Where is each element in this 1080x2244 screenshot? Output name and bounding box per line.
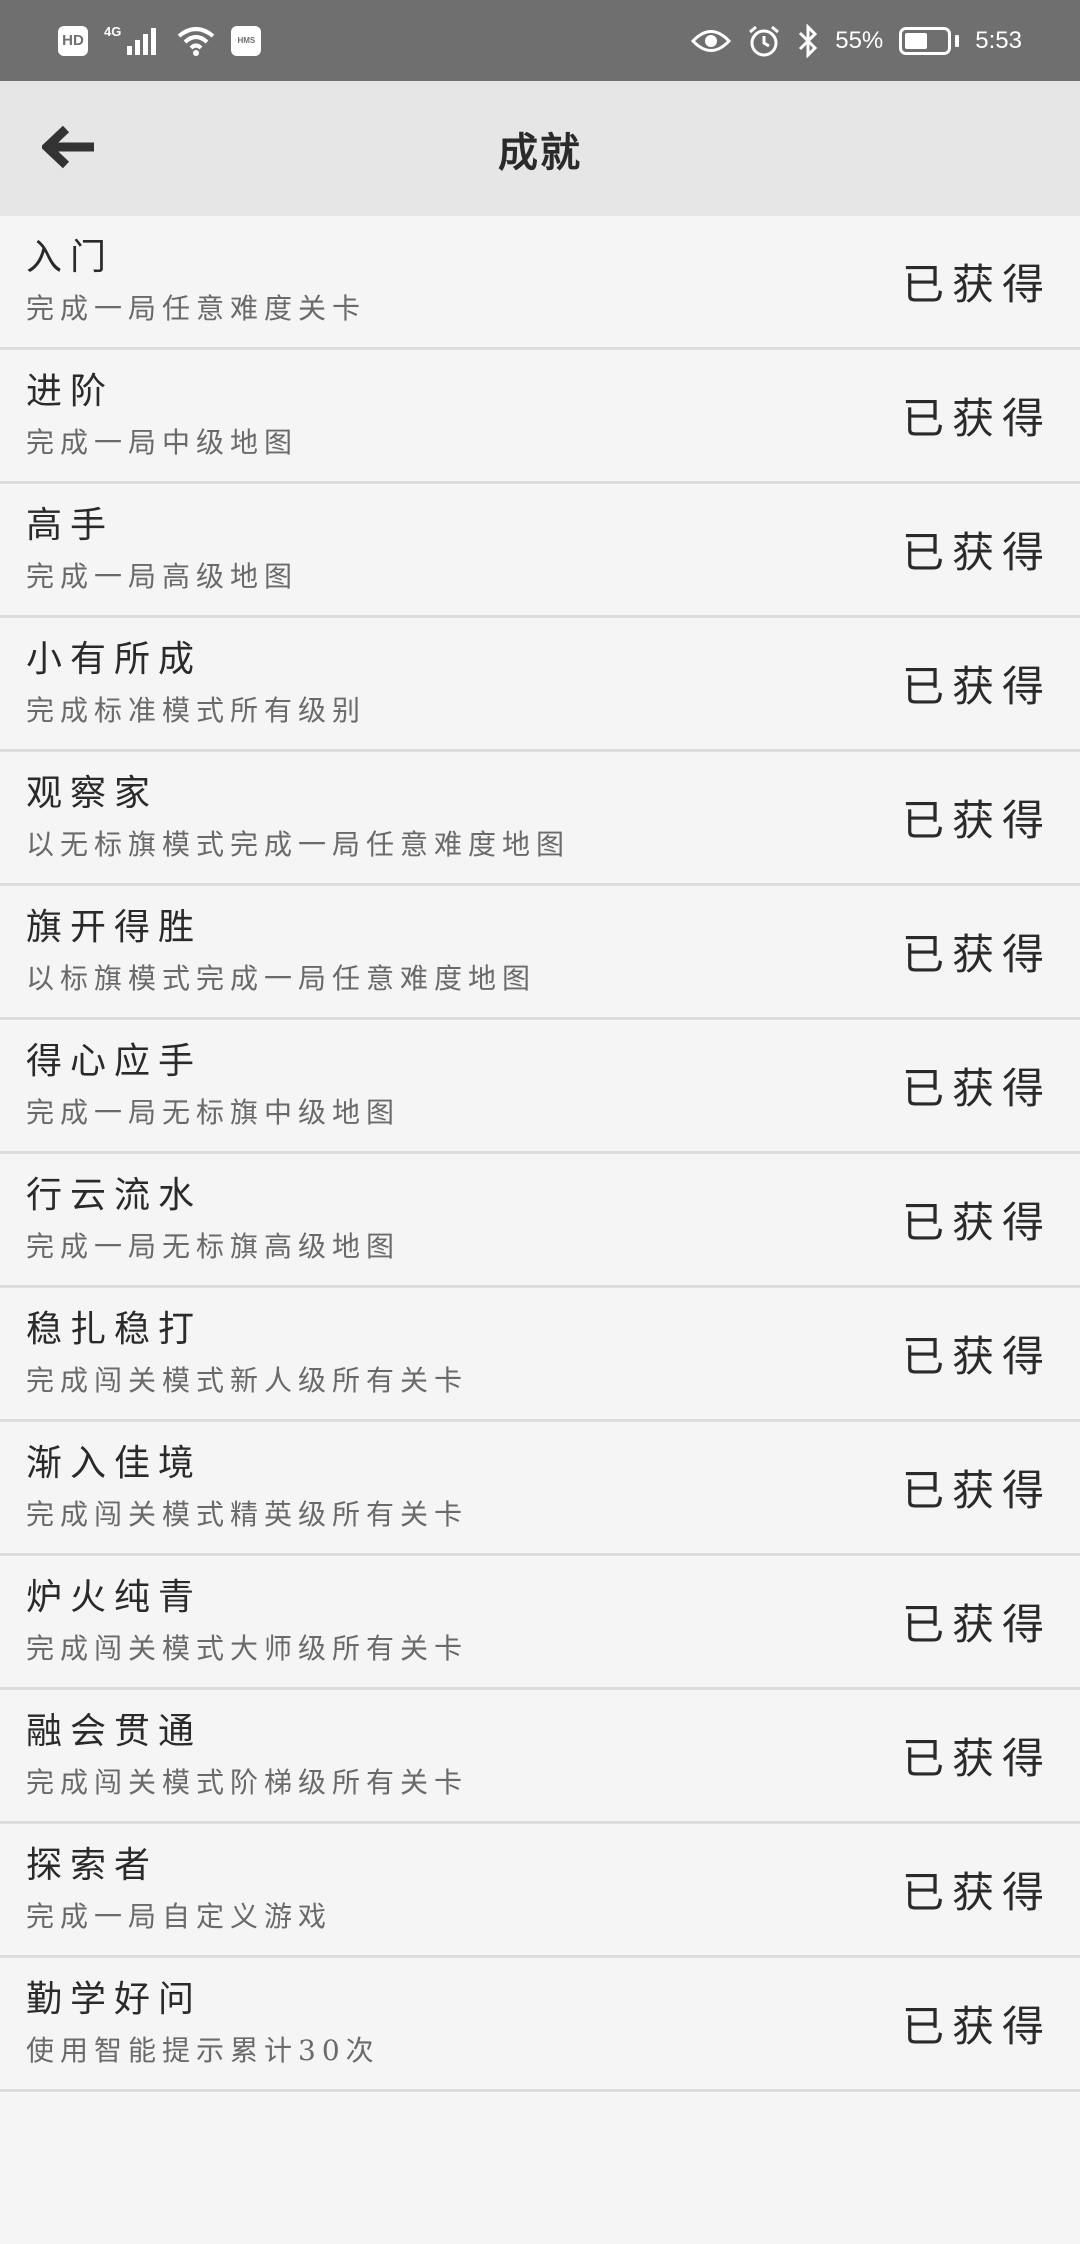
achievement-status: 已获得 — [901, 1868, 1052, 1917]
achievement-description: 完成闯关模式大师级所有关卡 — [26, 1631, 469, 1665]
achievement-text: 勤学好问使用智能提示累计30次 — [26, 1977, 380, 2071]
achievement-text: 炉火纯青完成闯关模式大师级所有关卡 — [26, 1575, 468, 1669]
signal-icon — [127, 27, 157, 55]
achievement-title: 渐入佳境 — [26, 1442, 203, 1484]
hd-badge: HD — [58, 25, 88, 56]
achievement-row[interactable]: 融会贯通完成闯关模式阶梯级所有关卡 已获得 — [0, 1690, 1080, 1824]
battery-fill — [905, 32, 928, 49]
status-bar: HD 4G HMS 55% 5:53 — [0, 0, 1080, 81]
achievement-text: 渐入佳境完成闯关模式精英级所有关卡 — [26, 1441, 468, 1535]
achievement-title: 稳扎稳打 — [26, 1308, 203, 1350]
achievement-row[interactable]: 小有所成完成标准模式所有级别 已获得 — [0, 618, 1080, 752]
achievement-description: 完成一局自定义游戏 — [26, 1899, 333, 1933]
achievement-row[interactable]: 旗开得胜以标旗模式完成一局任意难度地图 已获得 — [0, 886, 1080, 1020]
achievement-status: 已获得 — [901, 2002, 1052, 2051]
achievement-text: 行云流水完成一局无标旗高级地图 — [26, 1173, 400, 1267]
hms-badge: HMS — [231, 25, 262, 56]
back-button[interactable] — [38, 115, 102, 179]
achievement-title: 小有所成 — [26, 638, 203, 680]
achievement-title: 融会贯通 — [26, 1710, 203, 1752]
achievement-title: 观察家 — [26, 772, 159, 814]
achievement-row[interactable]: 稳扎稳打完成闯关模式新人级所有关卡 已获得 — [0, 1288, 1080, 1422]
achievement-row[interactable]: 行云流水完成一局无标旗高级地图 已获得 — [0, 1154, 1080, 1288]
achievement-status: 已获得 — [901, 796, 1052, 845]
achievement-status: 已获得 — [901, 1332, 1052, 1381]
achievement-row[interactable]: 进阶完成一局中级地图 已获得 — [0, 350, 1080, 484]
achievement-row[interactable]: 勤学好问使用智能提示累计30次 已获得 — [0, 1958, 1080, 2092]
achievement-text: 得心应手完成一局无标旗中级地图 — [26, 1039, 400, 1133]
achievement-status: 已获得 — [901, 1198, 1052, 1247]
achievement-row[interactable]: 探索者完成一局自定义游戏 已获得 — [0, 1824, 1080, 1958]
back-arrow-icon — [42, 125, 94, 169]
achievement-description: 完成闯关模式新人级所有关卡 — [26, 1363, 469, 1397]
achievement-description: 完成一局任意难度关卡 — [26, 291, 367, 325]
achievement-title: 探索者 — [26, 1844, 159, 1886]
achievement-description: 完成一局无标旗高级地图 — [26, 1229, 401, 1263]
achievement-row[interactable]: 炉火纯青完成闯关模式大师级所有关卡 已获得 — [0, 1556, 1080, 1690]
achievement-title: 勤学好问 — [26, 1978, 203, 2020]
achievement-status: 已获得 — [901, 930, 1052, 979]
achievement-description: 完成一局高级地图 — [26, 559, 299, 593]
achievement-title: 入门 — [26, 236, 115, 278]
battery-tip — [955, 34, 960, 47]
achievement-description: 完成一局中级地图 — [26, 425, 299, 459]
page-title: 成就 — [498, 128, 582, 176]
achievement-title: 旗开得胜 — [26, 906, 203, 948]
achievement-text: 小有所成完成标准模式所有级别 — [26, 637, 366, 731]
status-right: 55% 5:53 — [691, 23, 1022, 58]
alarm-icon — [749, 25, 780, 56]
achievement-title: 得心应手 — [26, 1040, 203, 1082]
achievement-status: 已获得 — [901, 528, 1052, 577]
achievement-status: 已获得 — [901, 1466, 1052, 1515]
eye-icon — [691, 29, 732, 52]
network-type-label: 4G — [104, 24, 122, 39]
achievement-status: 已获得 — [901, 260, 1052, 309]
achievement-title: 炉火纯青 — [26, 1576, 203, 1618]
bluetooth-icon — [799, 23, 818, 58]
achievement-description: 完成闯关模式精英级所有关卡 — [26, 1497, 469, 1531]
battery-icon — [899, 26, 952, 55]
achievement-status: 已获得 — [901, 1064, 1052, 1113]
achievement-title: 行云流水 — [26, 1174, 203, 1216]
achievement-description: 以标旗模式完成一局任意难度地图 — [26, 961, 537, 995]
achievement-status: 已获得 — [901, 394, 1052, 443]
achievement-text: 融会贯通完成闯关模式阶梯级所有关卡 — [26, 1709, 468, 1803]
achievement-title: 进阶 — [26, 370, 115, 412]
achievement-row[interactable]: 高手完成一局高级地图 已获得 — [0, 484, 1080, 618]
achievement-row[interactable]: 入门完成一局任意难度关卡 已获得 — [0, 216, 1080, 350]
achievement-description: 以无标旗模式完成一局任意难度地图 — [26, 827, 571, 861]
wifi-icon — [178, 26, 215, 56]
achievement-row[interactable]: 观察家以无标旗模式完成一局任意难度地图 已获得 — [0, 752, 1080, 886]
top-app-bar: 成就 — [0, 81, 1080, 216]
achievement-text: 稳扎稳打完成闯关模式新人级所有关卡 — [26, 1307, 468, 1401]
achievement-description: 使用智能提示累计30次 — [26, 2033, 380, 2067]
achievement-description: 完成标准模式所有级别 — [26, 693, 367, 727]
achievement-text: 入门完成一局任意难度关卡 — [26, 235, 366, 329]
achievement-text: 旗开得胜以标旗模式完成一局任意难度地图 — [26, 905, 536, 999]
achievement-list: 入门 完成一局任意难度关卡 已获得 进阶 完成一局中级地图 已获得 高手 完成一局高级地图 已获… — [0, 216, 1080, 2092]
achievement-title: 高手 — [26, 504, 115, 546]
achievement-row[interactable]: 渐入佳境完成闯关模式精英级所有关卡 已获得 — [0, 1422, 1080, 1556]
clock: 5:53 — [975, 26, 1022, 54]
battery-percent: 55% — [835, 26, 884, 54]
achievement-row[interactable]: 得心应手完成一局无标旗中级地图 已获得 — [0, 1020, 1080, 1154]
achievement-text: 高手完成一局高级地图 — [26, 503, 298, 597]
achievement-text: 探索者完成一局自定义游戏 — [26, 1843, 332, 1937]
achievement-text: 进阶完成一局中级地图 — [26, 369, 298, 463]
achievement-description: 完成一局无标旗中级地图 — [26, 1095, 401, 1129]
achievement-status: 已获得 — [901, 1600, 1052, 1649]
achievement-status: 已获得 — [901, 662, 1052, 711]
achievement-status: 已获得 — [901, 1734, 1052, 1783]
achievement-description: 完成闯关模式阶梯级所有关卡 — [26, 1765, 469, 1799]
achievement-text: 观察家以无标旗模式完成一局任意难度地图 — [26, 771, 570, 865]
status-left: HD 4G HMS — [58, 24, 262, 56]
